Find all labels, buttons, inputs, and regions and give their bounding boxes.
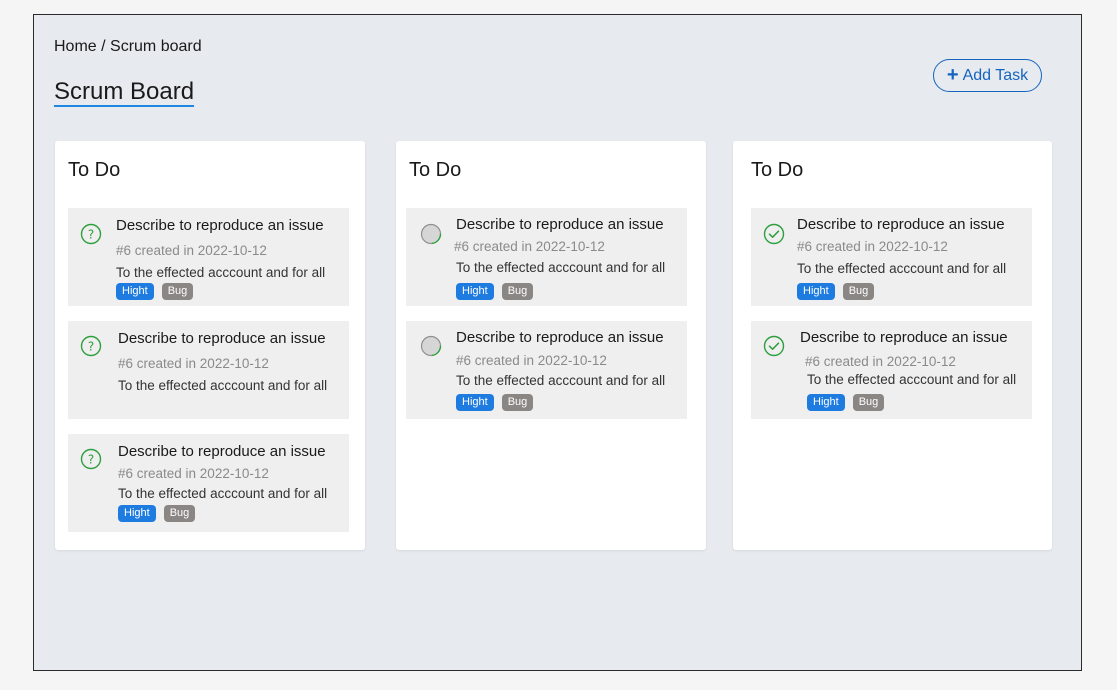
- card-tags: Hight Bug: [456, 394, 534, 411]
- column-title: To Do: [409, 159, 462, 181]
- priority-tag[interactable]: Hight: [116, 283, 154, 300]
- card-tags: Hight Bug: [118, 505, 196, 522]
- card-tags: Hight Bug: [116, 283, 194, 300]
- question-circle-icon: ?: [80, 223, 102, 245]
- app-frame: Home / Scrum board Scrum Board + Add Tas…: [33, 14, 1082, 671]
- priority-tag[interactable]: Hight: [456, 394, 494, 411]
- task-card[interactable]: ? Describe to reproduce an issue #6 crea…: [68, 434, 349, 532]
- card-description: To the effected acccount and for all: [118, 378, 328, 393]
- card-meta: #6 created in 2022-10-12: [118, 356, 269, 371]
- card-description: To the effected acccount and for all: [456, 260, 666, 275]
- in-progress-circle-icon: [420, 223, 442, 245]
- column-todo-3: To Do Describe to reproduce an issue #6 …: [733, 141, 1052, 550]
- task-card[interactable]: Describe to reproduce an issue #6 create…: [406, 208, 687, 306]
- type-tag[interactable]: Bug: [852, 394, 885, 411]
- add-task-label: Add Task: [962, 66, 1029, 84]
- card-meta: #6 created in 2022-10-12: [116, 243, 267, 258]
- type-tag[interactable]: Bug: [163, 505, 196, 522]
- column-title: To Do: [751, 159, 804, 181]
- card-meta: #6 created in 2022-10-12: [456, 353, 607, 368]
- card-description: To the effected acccount and for all: [797, 261, 1007, 276]
- card-meta: #6 created in 2022-10-12: [805, 354, 956, 369]
- priority-tag[interactable]: Hight: [807, 394, 845, 411]
- card-tags: Hight Bug: [797, 283, 875, 300]
- card-title: Describe to reproduce an issue: [116, 217, 324, 234]
- task-card[interactable]: ? Describe to reproduce an issue #6 crea…: [68, 208, 349, 306]
- in-progress-circle-icon: [420, 335, 442, 357]
- card-description: To the effected acccount and for all: [456, 373, 666, 388]
- task-card[interactable]: Describe to reproduce an issue #6 create…: [406, 321, 687, 419]
- task-card[interactable]: ? Describe to reproduce an issue #6 crea…: [68, 321, 349, 419]
- priority-tag[interactable]: Hight: [797, 283, 835, 300]
- type-tag[interactable]: Bug: [501, 394, 534, 411]
- type-tag[interactable]: Bug: [842, 283, 875, 300]
- card-meta: #6 created in 2022-10-12: [797, 239, 948, 254]
- svg-text:?: ?: [88, 340, 94, 354]
- breadcrumb[interactable]: Home / Scrum board: [54, 38, 202, 56]
- column-todo-1: To Do ? Describe to reproduce an issue #…: [55, 141, 365, 550]
- type-tag[interactable]: Bug: [501, 283, 534, 300]
- question-circle-icon: ?: [80, 335, 102, 357]
- card-title: Describe to reproduce an issue: [118, 330, 326, 347]
- check-circle-icon: [763, 223, 785, 245]
- card-meta: #6 created in 2022-10-12: [454, 239, 605, 254]
- type-tag[interactable]: Bug: [161, 283, 194, 300]
- task-card[interactable]: Describe to reproduce an issue #6 create…: [751, 208, 1032, 306]
- svg-text:?: ?: [88, 228, 94, 242]
- page-title: Scrum Board: [54, 78, 195, 107]
- column-title: To Do: [68, 159, 121, 181]
- card-title: Describe to reproduce an issue: [797, 216, 1005, 233]
- column-todo-2: To Do Describe to reproduce an issue #6 …: [396, 141, 706, 550]
- card-title: Describe to reproduce an issue: [456, 216, 664, 233]
- card-description: To the effected acccount and for all: [116, 265, 326, 280]
- add-task-button[interactable]: + Add Task: [933, 59, 1042, 92]
- task-card[interactable]: Describe to reproduce an issue #6 create…: [751, 321, 1032, 419]
- check-circle-icon: [763, 335, 785, 357]
- card-description: To the effected acccount and for all: [118, 486, 328, 501]
- priority-tag[interactable]: Hight: [456, 283, 494, 300]
- card-title: Describe to reproduce an issue: [118, 443, 326, 460]
- svg-text:?: ?: [88, 453, 94, 467]
- card-title: Describe to reproduce an issue: [800, 329, 1008, 346]
- card-meta: #6 created in 2022-10-12: [118, 466, 269, 481]
- card-title: Describe to reproduce an issue: [456, 329, 664, 346]
- priority-tag[interactable]: Hight: [118, 505, 156, 522]
- card-description: To the effected acccount and for all: [807, 372, 1017, 387]
- card-tags: Hight Bug: [807, 394, 885, 411]
- card-tags: Hight Bug: [456, 283, 534, 300]
- plus-icon: +: [946, 63, 959, 86]
- question-circle-icon: ?: [80, 448, 102, 470]
